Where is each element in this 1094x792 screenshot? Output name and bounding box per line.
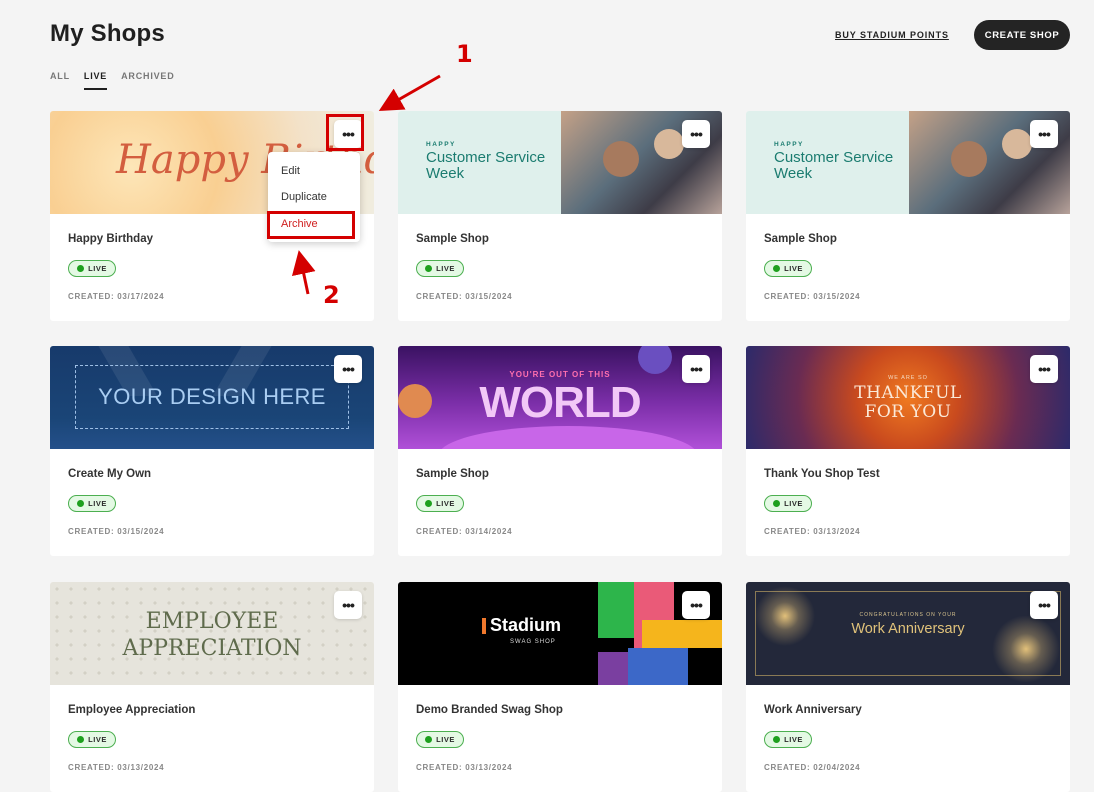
created-date: CREATED: 03/15/2024 bbox=[416, 292, 513, 301]
banner-title: Stadium bbox=[490, 615, 562, 635]
shop-name: Sample Shop bbox=[416, 233, 489, 245]
banner-title: EMPLOYEE APPRECIATION bbox=[122, 609, 302, 661]
live-dot-icon bbox=[77, 736, 85, 743]
more-options-button[interactable]: ••• bbox=[682, 120, 710, 148]
status-badge: LIVE bbox=[416, 495, 464, 512]
shop-card-employee-appreciation[interactable]: EMPLOYEE APPRECIATION ••• Employee Appre… bbox=[50, 582, 374, 792]
more-options-button[interactable]: ••• bbox=[1030, 355, 1058, 383]
tab-live[interactable]: LIVE bbox=[83, 71, 108, 90]
live-dot-icon bbox=[773, 500, 781, 507]
live-dot-icon bbox=[425, 500, 433, 507]
banner-subtitle: HAPPY bbox=[426, 141, 456, 148]
shop-name: Employee Appreciation bbox=[68, 704, 196, 716]
menu-item-duplicate[interactable]: Duplicate bbox=[281, 191, 327, 203]
shop-banner: YOU'RE OUT OF THIS WORLD bbox=[398, 346, 722, 449]
page-title: My Shops bbox=[50, 20, 165, 47]
shop-card-create-my-own[interactable]: YOUR DESIGN HERE ••• Create My Own LIVE … bbox=[50, 346, 374, 556]
live-dot-icon bbox=[773, 736, 781, 743]
more-options-button[interactable]: ••• bbox=[1030, 120, 1058, 148]
live-dot-icon bbox=[425, 265, 433, 272]
status-badge: LIVE bbox=[416, 260, 464, 277]
annotation-step-1: 1 bbox=[456, 40, 473, 68]
banner-title: Customer Service Week bbox=[426, 149, 546, 182]
status-badge: LIVE bbox=[68, 731, 116, 748]
banner-title: WORLD bbox=[479, 378, 641, 427]
annotation-step-2: 2 bbox=[323, 281, 340, 309]
more-options-button[interactable]: ••• bbox=[1030, 591, 1058, 619]
status-badge: LIVE bbox=[764, 260, 812, 277]
arrow-step-1 bbox=[378, 74, 441, 111]
shop-name: Create My Own bbox=[68, 468, 152, 480]
banner-photo-person bbox=[1002, 129, 1032, 159]
shop-name: Sample Shop bbox=[416, 468, 489, 480]
shop-banner: WE ARE SO THANKFUL FOR YOU bbox=[746, 346, 1070, 449]
brand-shape-yellow bbox=[642, 620, 722, 648]
live-dot-icon bbox=[773, 265, 781, 272]
status-badge: LIVE bbox=[764, 731, 812, 748]
created-date: CREATED: 03/13/2024 bbox=[416, 763, 513, 772]
buy-stadium-points-link[interactable]: BUY STADIUM POINTS bbox=[835, 30, 949, 40]
banner-title: Work Anniversary bbox=[851, 621, 965, 637]
live-dot-icon bbox=[77, 500, 85, 507]
shop-card-sample-shop-world[interactable]: YOU'RE OUT OF THIS WORLD ••• Sample Shop… bbox=[398, 346, 722, 556]
stadium-logo-mark bbox=[482, 618, 486, 634]
shop-banner: HAPPY Customer Service Week bbox=[746, 111, 1070, 214]
banner-title: Customer Service Week bbox=[774, 149, 894, 182]
more-options-button[interactable]: ••• bbox=[682, 591, 710, 619]
brand-shape-blue bbox=[628, 648, 688, 685]
shop-card-sample-shop[interactable]: HAPPY Customer Service Week ••• Sample S… bbox=[398, 111, 722, 321]
menu-item-edit[interactable]: Edit bbox=[281, 165, 300, 177]
created-date: CREATED: 03/17/2024 bbox=[68, 292, 165, 301]
status-badge: LIVE bbox=[68, 260, 116, 277]
shop-banner: YOUR DESIGN HERE bbox=[50, 346, 374, 449]
tab-all[interactable]: ALL bbox=[50, 71, 70, 90]
shop-name: Work Anniversary bbox=[764, 704, 862, 716]
banner-planet bbox=[438, 426, 698, 449]
status-badge: LIVE bbox=[68, 495, 116, 512]
banner-subtitle: WE ARE SO bbox=[888, 375, 928, 381]
banner-title: YOUR DESIGN HERE bbox=[98, 384, 326, 409]
more-options-button[interactable]: ••• bbox=[682, 355, 710, 383]
highlight-more-options bbox=[326, 114, 364, 151]
created-date: CREATED: 03/13/2024 bbox=[68, 763, 165, 772]
shop-banner: Stadium SWAG SHOP bbox=[398, 582, 722, 685]
banner-subtitle: SWAG SHOP bbox=[510, 639, 556, 645]
tab-archived[interactable]: ARCHIVED bbox=[121, 71, 174, 90]
shop-card-sample-shop[interactable]: HAPPY Customer Service Week ••• Sample S… bbox=[746, 111, 1070, 321]
shop-card-demo-branded-swag-shop[interactable]: Stadium SWAG SHOP ••• Demo Branded Swag … bbox=[398, 582, 722, 792]
more-options-button[interactable]: ••• bbox=[334, 355, 362, 383]
create-shop-button[interactable]: CREATE SHOP bbox=[974, 20, 1070, 50]
banner-subtitle: HAPPY bbox=[774, 141, 804, 148]
filter-tabs: ALL LIVE ARCHIVED bbox=[50, 71, 175, 90]
created-date: CREATED: 03/15/2024 bbox=[68, 527, 165, 536]
banner-photo-person bbox=[654, 129, 684, 159]
live-dot-icon bbox=[77, 265, 85, 272]
shop-card-work-anniversary[interactable]: CONGRATULATIONS ON YOUR Work Anniversary… bbox=[746, 582, 1070, 792]
shop-name: Sample Shop bbox=[764, 233, 837, 245]
banner-subtitle: CONGRATULATIONS ON YOUR bbox=[859, 612, 957, 618]
status-badge: LIVE bbox=[764, 495, 812, 512]
banner-title: THANKFUL FOR YOU bbox=[854, 383, 962, 422]
created-date: CREATED: 03/13/2024 bbox=[764, 527, 861, 536]
highlight-archive bbox=[267, 211, 355, 239]
shop-card-thank-you-shop-test[interactable]: WE ARE SO THANKFUL FOR YOU ••• Thank You… bbox=[746, 346, 1070, 556]
created-date: CREATED: 03/14/2024 bbox=[416, 527, 513, 536]
shop-name: Happy Birthday bbox=[68, 233, 153, 245]
banner-photo-person bbox=[603, 141, 639, 177]
created-date: CREATED: 02/04/2024 bbox=[764, 763, 861, 772]
brand-shape-purple bbox=[598, 652, 628, 685]
shop-banner: EMPLOYEE APPRECIATION bbox=[50, 582, 374, 685]
shop-name: Demo Branded Swag Shop bbox=[416, 704, 563, 716]
status-badge: LIVE bbox=[416, 731, 464, 748]
live-dot-icon bbox=[425, 736, 433, 743]
brand-shape-green bbox=[598, 582, 634, 638]
shop-name: Thank You Shop Test bbox=[764, 468, 880, 480]
created-date: CREATED: 03/15/2024 bbox=[764, 292, 861, 301]
shop-banner: HAPPY Customer Service Week bbox=[398, 111, 722, 214]
banner-photo-person bbox=[951, 141, 987, 177]
shop-banner: CONGRATULATIONS ON YOUR Work Anniversary bbox=[746, 582, 1070, 685]
more-options-button[interactable]: ••• bbox=[334, 591, 362, 619]
